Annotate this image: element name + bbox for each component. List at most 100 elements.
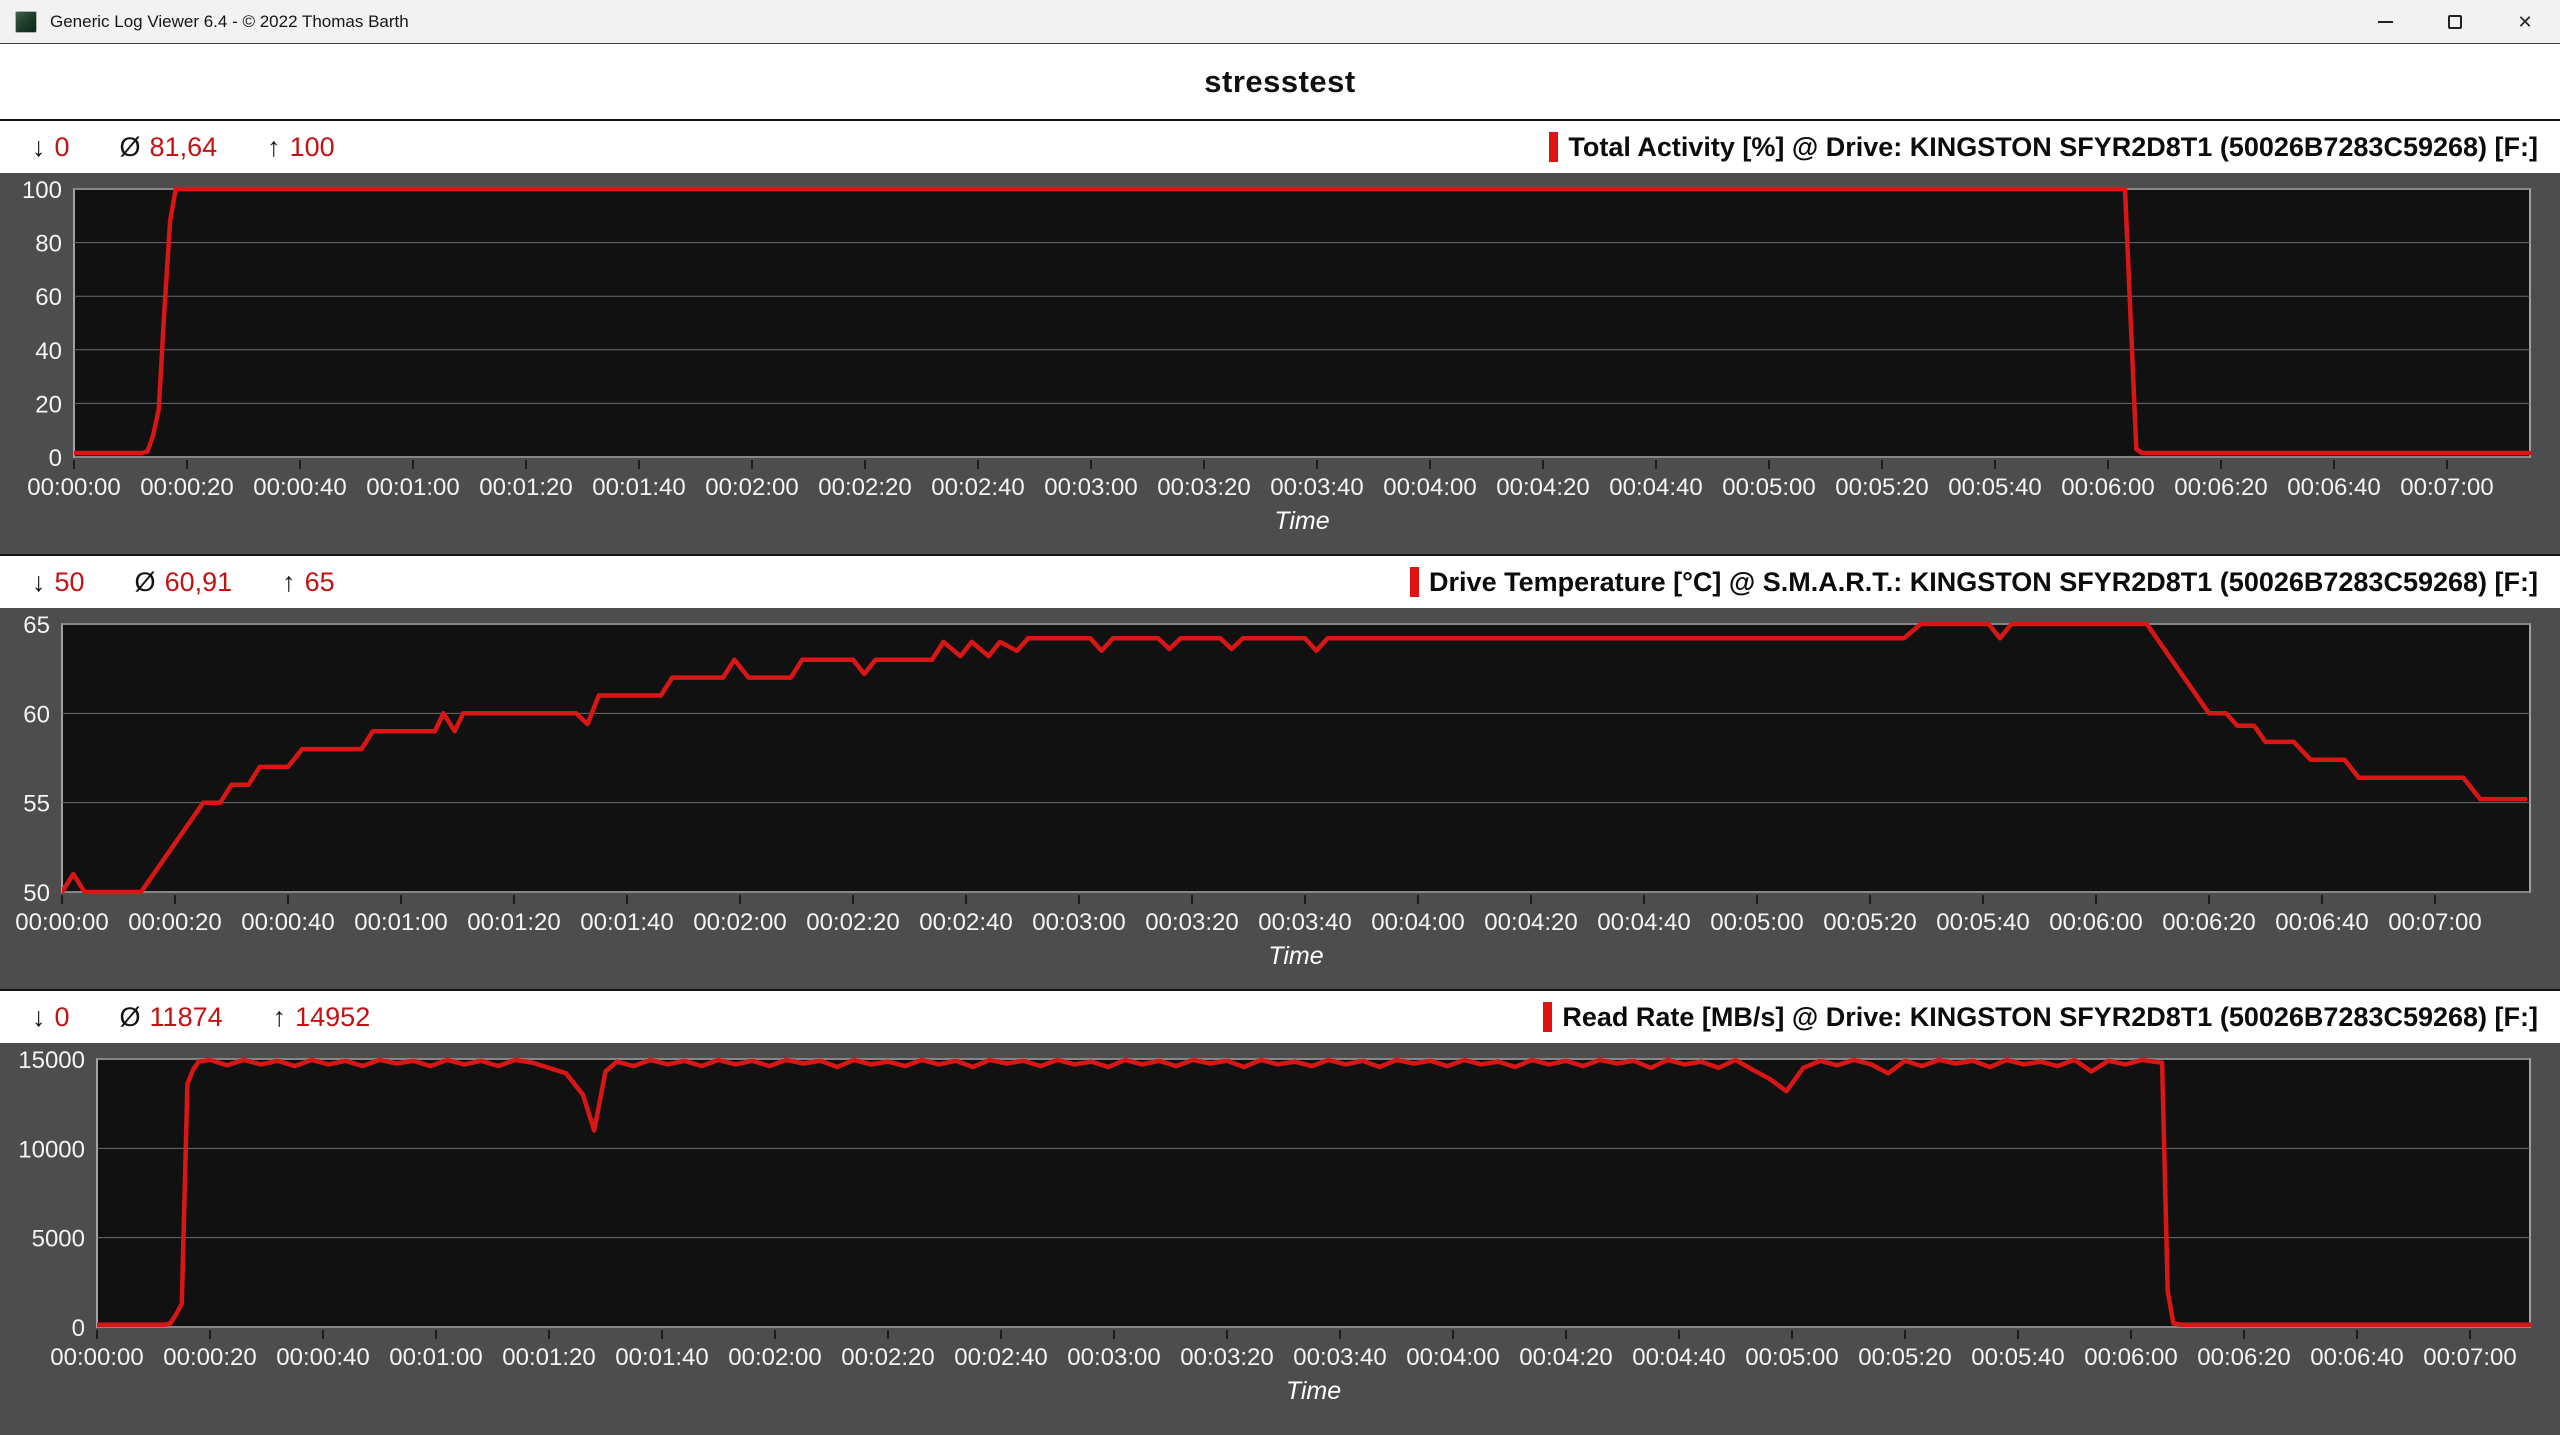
stats-row-read-rate: ↓ 0 Ø 11874 ↑ 14952 Read Rate [MB/s] @ D… [0, 991, 2560, 1043]
svg-text:00:00:20: 00:00:20 [163, 1344, 256, 1371]
drive-temperature-chart[interactable]: 5055606500:00:0000:00:2000:00:4000:01:00… [0, 608, 2560, 991]
svg-text:00:00:00: 00:00:00 [15, 909, 108, 936]
average-icon: Ø [135, 567, 156, 598]
svg-text:00:00:20: 00:00:20 [128, 909, 221, 936]
stat-min-value: 0 [55, 1002, 70, 1033]
document-header: stresstest [0, 44, 2560, 121]
page-title: stresstest [1204, 64, 1355, 100]
svg-text:00:03:00: 00:03:00 [1044, 474, 1137, 501]
svg-text:00:03:20: 00:03:20 [1145, 909, 1238, 936]
svg-text:15000: 15000 [18, 1047, 85, 1074]
svg-text:00:01:40: 00:01:40 [615, 1344, 708, 1371]
chart-title-read-rate: Read Rate [MB/s] @ Drive: KINGSTON SFYR2… [1562, 1002, 2538, 1033]
series-color-marker [1410, 567, 1419, 597]
max-arrow-icon: ↑ [273, 1002, 287, 1033]
svg-text:0: 0 [49, 445, 62, 472]
total-activity-chart[interactable]: 02040608010000:00:0000:00:2000:00:4000:0… [0, 173, 2560, 556]
svg-text:00:06:20: 00:06:20 [2174, 474, 2267, 501]
stat-max: ↑ 14952 [273, 1002, 371, 1033]
svg-text:00:04:40: 00:04:40 [1609, 474, 1702, 501]
svg-text:00:07:00: 00:07:00 [2400, 474, 2493, 501]
read-rate-chart[interactable]: 05000100001500000:00:0000:00:2000:00:400… [0, 1043, 2560, 1432]
svg-text:Time: Time [1274, 507, 1329, 535]
window-titlebar: Generic Log Viewer 6.4 - © 2022 Thomas B… [0, 0, 2560, 44]
svg-text:00:06:00: 00:06:00 [2084, 1344, 2177, 1371]
svg-text:00:02:00: 00:02:00 [693, 909, 786, 936]
svg-text:00:02:00: 00:02:00 [705, 474, 798, 501]
stat-min: ↓ 50 [32, 567, 85, 598]
svg-text:00:03:40: 00:03:40 [1270, 474, 1363, 501]
stat-avg-value: 81,64 [150, 132, 218, 163]
drive-temperature-chart-canvas: 5055606500:00:0000:00:2000:00:4000:01:00… [0, 608, 2560, 989]
svg-text:50: 50 [23, 880, 50, 907]
stat-max: ↑ 65 [282, 567, 335, 598]
svg-text:00:03:00: 00:03:00 [1032, 909, 1125, 936]
stat-avg: Ø 11874 [120, 1002, 223, 1033]
stat-avg: Ø 60,91 [135, 567, 233, 598]
min-arrow-icon: ↓ [32, 132, 46, 163]
svg-text:00:00:00: 00:00:00 [27, 474, 120, 501]
stat-max-value: 65 [305, 567, 335, 598]
max-arrow-icon: ↑ [267, 132, 281, 163]
total-activity-chart-canvas: 02040608010000:00:0000:00:2000:00:4000:0… [0, 173, 2560, 554]
section-read-rate: ↓ 0 Ø 11874 ↑ 14952 Read Rate [MB/s] @ D… [0, 991, 2560, 1432]
svg-text:00:04:00: 00:04:00 [1406, 1344, 1499, 1371]
svg-text:60: 60 [23, 701, 50, 728]
svg-text:60: 60 [35, 284, 62, 311]
svg-text:00:05:00: 00:05:00 [1710, 909, 1803, 936]
read-rate-chart-canvas: 05000100001500000:00:0000:00:2000:00:400… [0, 1043, 2560, 1432]
series-color-marker [1543, 1002, 1552, 1032]
svg-text:00:00:40: 00:00:40 [276, 1344, 369, 1371]
svg-text:00:02:20: 00:02:20 [818, 474, 911, 501]
window-title: Generic Log Viewer 6.4 - © 2022 Thomas B… [50, 12, 409, 32]
chart-title-wrap: Read Rate [MB/s] @ Drive: KINGSTON SFYR2… [1543, 1002, 2538, 1033]
stat-min: ↓ 0 [32, 1002, 70, 1033]
svg-text:00:06:00: 00:06:00 [2049, 909, 2142, 936]
svg-text:00:01:20: 00:01:20 [467, 909, 560, 936]
svg-text:Time: Time [1268, 942, 1323, 970]
svg-text:00:03:20: 00:03:20 [1180, 1344, 1273, 1371]
svg-text:55: 55 [23, 791, 50, 818]
stat-avg: Ø 81,64 [120, 132, 218, 163]
svg-text:00:05:40: 00:05:40 [1971, 1344, 2064, 1371]
min-arrow-icon: ↓ [32, 1002, 46, 1033]
maximize-icon [2448, 15, 2462, 29]
svg-text:0: 0 [72, 1315, 85, 1342]
app-icon [15, 11, 37, 33]
svg-text:00:02:00: 00:02:00 [728, 1344, 821, 1371]
window-controls [2350, 0, 2560, 43]
svg-text:00:00:00: 00:00:00 [50, 1344, 143, 1371]
minimize-button[interactable] [2350, 0, 2420, 43]
svg-text:00:01:40: 00:01:40 [592, 474, 685, 501]
svg-text:00:06:40: 00:06:40 [2275, 909, 2368, 936]
svg-text:00:03:20: 00:03:20 [1157, 474, 1250, 501]
svg-text:00:02:20: 00:02:20 [806, 909, 899, 936]
svg-text:00:05:20: 00:05:20 [1858, 1344, 1951, 1371]
close-icon [2517, 13, 2532, 31]
svg-text:00:00:40: 00:00:40 [253, 474, 346, 501]
svg-text:00:04:20: 00:04:20 [1519, 1344, 1612, 1371]
maximize-button[interactable] [2420, 0, 2490, 43]
svg-text:00:01:40: 00:01:40 [580, 909, 673, 936]
svg-text:00:01:20: 00:01:20 [502, 1344, 595, 1371]
svg-text:00:06:20: 00:06:20 [2162, 909, 2255, 936]
chart-title-drive-temperature: Drive Temperature [°C] @ S.M.A.R.T.: KIN… [1429, 567, 2538, 598]
stat-avg-value: 60,91 [165, 567, 233, 598]
series-color-marker [1549, 132, 1558, 162]
close-button[interactable] [2490, 0, 2560, 43]
svg-text:00:05:20: 00:05:20 [1823, 909, 1916, 936]
average-icon: Ø [120, 132, 141, 163]
stat-max: ↑ 100 [267, 132, 335, 163]
svg-text:00:02:20: 00:02:20 [841, 1344, 934, 1371]
svg-text:40: 40 [35, 338, 62, 365]
svg-text:00:06:40: 00:06:40 [2310, 1344, 2403, 1371]
svg-text:00:04:40: 00:04:40 [1597, 909, 1690, 936]
svg-text:10000: 10000 [18, 1136, 85, 1163]
chart-title-wrap: Total Activity [%] @ Drive: KINGSTON SFY… [1549, 132, 2538, 163]
svg-text:20: 20 [35, 391, 62, 418]
svg-text:00:01:20: 00:01:20 [479, 474, 572, 501]
svg-text:00:05:20: 00:05:20 [1835, 474, 1928, 501]
svg-text:00:04:00: 00:04:00 [1383, 474, 1476, 501]
svg-text:00:00:40: 00:00:40 [241, 909, 334, 936]
average-icon: Ø [120, 1002, 141, 1033]
